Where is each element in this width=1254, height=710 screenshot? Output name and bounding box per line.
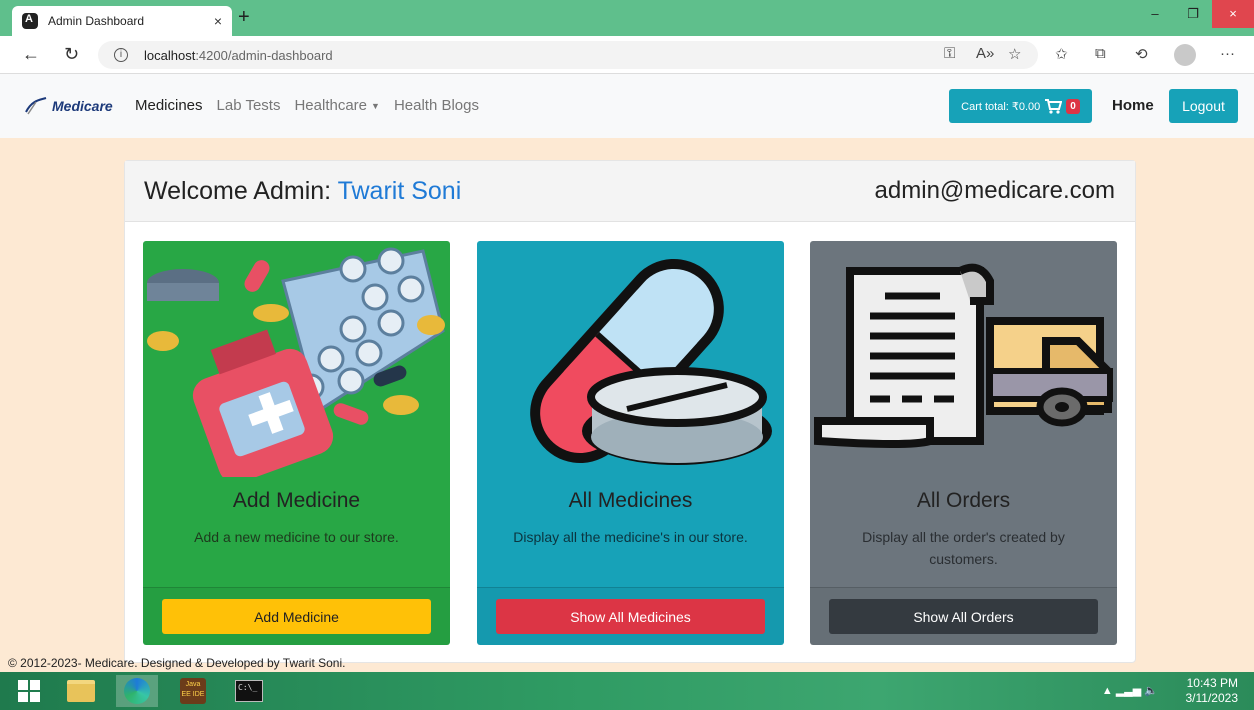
close-window-button[interactable]: × — [1212, 0, 1254, 28]
brand-name: Medicare — [52, 98, 113, 114]
new-tab-button[interactable]: + — [238, 6, 250, 29]
minimize-button[interactable]: – — [1136, 0, 1174, 28]
card-footer: Add Medicine — [143, 587, 450, 645]
system-tray[interactable]: ▲ ▂▃▅ 🔈 — [1102, 684, 1158, 697]
favorites-icon[interactable]: ✩ — [1055, 45, 1068, 63]
collections-icon[interactable]: ⧉ — [1095, 45, 1106, 62]
read-aloud-icon[interactable]: A» — [976, 45, 994, 62]
brand-logo[interactable]: Medicare — [24, 96, 113, 116]
start-button[interactable] — [8, 675, 50, 707]
dashboard-header: Welcome Admin: Twarit Soni admin@medicar… — [125, 161, 1135, 222]
key-icon[interactable]: ⚿ — [944, 45, 955, 62]
cart-button[interactable]: Cart total: ₹0.00 0 — [949, 89, 1092, 123]
network-signal-icon[interactable]: ▂▃▅ — [1116, 685, 1141, 697]
java-ee-ide-icon: Java EE IDE — [180, 678, 206, 704]
card-title: Add Medicine — [232, 489, 361, 512]
show-all-orders-button[interactable]: Show All Orders — [829, 599, 1098, 634]
window-controls: – ❐ × — [1136, 0, 1254, 28]
cart-total-label: Cart total: ₹0.00 — [961, 100, 1041, 113]
url-host: localhost — [144, 47, 196, 63]
medicine-bottle-pills-icon — [147, 247, 445, 477]
windows-logo-icon — [18, 680, 40, 702]
taskbar-clock[interactable]: 10:43 PM 3/11/2023 — [1186, 676, 1239, 706]
nav-links: Medicines Lab Tests Healthcare ▼ Health B… — [135, 97, 479, 114]
add-medicine-button[interactable]: Add Medicine — [162, 599, 431, 634]
refresh-icon[interactable]: ↻ — [64, 44, 79, 65]
edge-icon — [124, 678, 150, 704]
site-info-icon[interactable]: i — [114, 48, 128, 62]
nav-link-healthcare-label: Healthcare — [294, 97, 368, 114]
tab-close-icon[interactable]: × — [214, 13, 222, 29]
url-bar[interactable]: i localhost:4200/admin-dashboard — [98, 41, 1038, 69]
admin-email: admin@medicare.com — [874, 177, 1115, 204]
clock-time: 10:43 PM — [1186, 676, 1238, 690]
logout-button[interactable]: Logout — [1169, 89, 1238, 123]
all-medicines-card: All Medicines Display all the medicine's… — [477, 241, 784, 645]
file-explorer-button[interactable] — [60, 675, 102, 707]
show-all-medicines-button[interactable]: Show All Medicines — [496, 599, 765, 634]
cart-icon — [1045, 99, 1063, 114]
welcome-heading: Welcome Admin: Twarit Soni — [144, 177, 461, 206]
browser-titlebar: Admin Dashboard × + – ❐ × — [0, 0, 1254, 36]
nav-link-lab-tests[interactable]: Lab Tests — [217, 97, 281, 114]
caret-down-icon: ▼ — [371, 101, 380, 112]
nav-link-medicines[interactable]: Medicines — [135, 97, 203, 114]
more-menu-icon[interactable]: ··· — [1220, 45, 1235, 62]
capsule-tablet-icon — [530, 258, 772, 465]
add-favorite-icon[interactable]: ☆ — [1008, 45, 1021, 63]
address-toolbar: ← ↻ i localhost:4200/admin-dashboard ⚿ A… — [0, 36, 1254, 74]
invoice-delivery-truck-icon — [814, 263, 1113, 448]
command-prompt-button[interactable]: C:\_ — [228, 675, 270, 707]
card-footer: Show All Medicines — [477, 587, 784, 645]
welcome-prefix: Welcome Admin: — [144, 176, 338, 205]
angular-favicon-icon — [22, 13, 38, 29]
edge-button[interactable] — [116, 675, 158, 707]
card-title: All Orders — [916, 489, 1011, 512]
nav-link-healthcare[interactable]: Healthcare ▼ — [294, 97, 379, 114]
admin-name: Twarit Soni — [337, 176, 462, 205]
profile-avatar-icon[interactable] — [1174, 44, 1196, 66]
card-title: All Medicines — [568, 489, 693, 512]
page-footer: © 2012-2023- Medicare. Designed & Develo… — [8, 656, 346, 670]
top-navbar: Medicare Medicines Lab Tests Healthcare ▼… — [0, 74, 1254, 138]
nav-link-health-blogs[interactable]: Health Blogs — [394, 97, 479, 114]
browser-tab[interactable]: Admin Dashboard × — [12, 6, 232, 36]
back-arrow-icon[interactable]: ← — [22, 44, 40, 65]
admin-dashboard-panel: Welcome Admin: Twarit Soni admin@medicar… — [124, 160, 1136, 663]
windows-taskbar: Java EE IDE C:\_ ▲ ▂▃▅ 🔈 10:43 PM 3/11/2… — [0, 672, 1254, 710]
app-page: Medicare Medicines Lab Tests Healthcare ▼… — [0, 74, 1254, 672]
tray-expand-icon[interactable]: ▲ — [1102, 685, 1113, 697]
caduceus-logo-icon — [25, 97, 47, 115]
card-description: Display all the order's created by custo… — [862, 529, 1065, 567]
card-description: Add a new medicine to our store. — [194, 529, 399, 545]
history-icon[interactable]: ⟲ — [1135, 45, 1148, 63]
folder-icon — [67, 680, 95, 702]
url-path: :4200/admin-dashboard — [195, 47, 333, 63]
home-link[interactable]: Home — [1112, 97, 1154, 114]
add-medicine-card: Add Medicine Add a new medicine to our s… — [143, 241, 450, 645]
cart-count-badge: 0 — [1066, 98, 1080, 114]
restore-button[interactable]: ❐ — [1174, 0, 1212, 28]
command-prompt-icon: C:\_ — [235, 680, 263, 702]
clock-date: 3/11/2023 — [1185, 691, 1239, 705]
volume-icon[interactable]: 🔈 — [1144, 685, 1158, 697]
java-ee-ide-button[interactable]: Java EE IDE — [172, 675, 214, 707]
card-footer: Show All Orders — [810, 587, 1117, 645]
tab-title: Admin Dashboard — [48, 14, 145, 28]
all-orders-card: All Orders Display all the order's creat… — [810, 241, 1117, 645]
card-description: Display all the medicine's in our store. — [513, 529, 748, 545]
